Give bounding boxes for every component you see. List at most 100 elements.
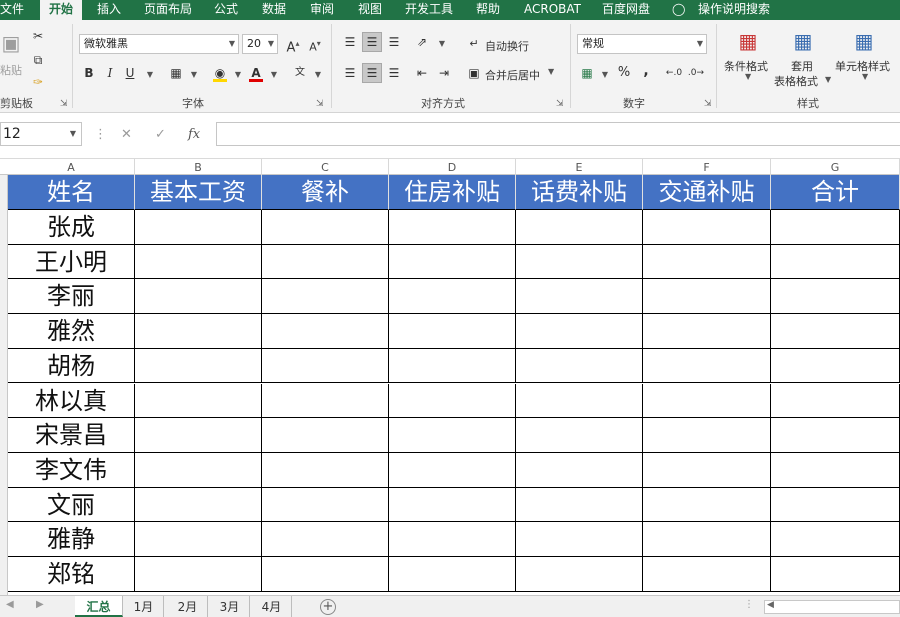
cell-styles-icon[interactable]: ▦ [851,28,877,54]
font-name-dropdown[interactable]: 微软雅黑 ▼ [79,34,239,54]
increase-indent-icon[interactable]: ⇥ [434,63,454,83]
bold-button[interactable]: B [79,63,99,83]
cut-icon[interactable]: ✂ [28,26,48,46]
name-cell[interactable]: 雅静 [8,522,135,557]
data-cell[interactable] [643,557,771,592]
paste-button[interactable]: 粘贴 [0,62,22,78]
data-cell[interactable] [135,314,262,349]
header-cell[interactable]: 餐补 [262,175,389,210]
data-cell[interactable] [516,487,643,523]
header-cell[interactable]: 交通补贴 [643,175,771,210]
name-cell[interactable]: 李文伟 [8,452,135,488]
prev-sheet-icon[interactable]: ◀ [6,599,14,610]
tab-baidu-netdisk[interactable]: 百度网盘 [602,0,650,20]
header-cell[interactable]: 住房补贴 [389,175,516,210]
data-cell[interactable] [389,452,516,488]
data-cell[interactable] [135,348,262,384]
data-cell[interactable] [262,487,389,523]
tab-page-layout[interactable]: 页面布局 [144,0,192,20]
data-cell[interactable] [643,279,771,315]
decrease-font-icon[interactable]: A▾ [305,34,325,54]
data-cell[interactable] [389,487,516,523]
underline-dropdown-icon[interactable]: ▼ [140,63,160,83]
data-cell[interactable] [516,244,643,280]
font-color-icon[interactable]: A [246,63,266,83]
data-cell[interactable] [771,244,900,280]
name-cell[interactable]: 王小明 [8,244,135,280]
add-sheet-button[interactable]: + [320,599,336,615]
phonetic-dropdown-icon[interactable]: ▼ [308,63,328,83]
data-cell[interactable] [262,314,389,349]
data-cell[interactable] [516,348,643,384]
data-cell[interactable] [516,522,643,557]
column-header-g[interactable]: G [771,159,900,175]
data-cell[interactable] [516,279,643,315]
data-cell[interactable] [389,557,516,592]
tab-data[interactable]: 数据 [262,0,286,20]
data-cell[interactable] [771,279,900,315]
decrease-indent-icon[interactable]: ⇤ [412,63,432,83]
data-cell[interactable] [389,210,516,245]
number-format-dropdown[interactable]: 常规 ▼ [577,34,707,54]
align-center-icon[interactable]: ☰ [362,63,382,83]
column-header-e[interactable]: E [516,159,643,175]
name-cell[interactable]: 郑铭 [8,557,135,592]
data-cell[interactable] [771,314,900,349]
data-cell[interactable] [135,210,262,245]
tab-file[interactable]: 文件 [0,0,24,20]
tab-developer[interactable]: 开发工具 [405,0,453,20]
align-bottom-icon[interactable]: ☰ [384,32,404,52]
data-cell[interactable] [643,418,771,453]
enter-icon[interactable]: ✓ [155,127,166,142]
name-cell[interactable]: 文丽 [8,487,135,523]
header-cell[interactable]: 话费补贴 [516,175,643,210]
data-cell[interactable] [135,557,262,592]
column-header-b[interactable]: B [135,159,262,175]
number-launcher-icon[interactable]: ⇲ [704,99,712,109]
name-cell[interactable]: 李丽 [8,279,135,315]
name-box[interactable]: 12 ▼ [0,122,82,146]
data-cell[interactable] [771,348,900,384]
data-cell[interactable] [516,452,643,488]
data-cell[interactable] [135,279,262,315]
data-cell[interactable] [771,487,900,523]
format-as-table-icon[interactable]: ▦ [790,28,816,54]
data-cell[interactable] [262,279,389,315]
tab-formulas[interactable]: 公式 [214,0,238,20]
sheet-tab[interactable]: 1月 [124,596,164,617]
data-cell[interactable] [262,210,389,245]
align-middle-icon[interactable]: ☰ [362,32,382,52]
data-cell[interactable] [389,314,516,349]
data-cell[interactable] [135,244,262,280]
data-cell[interactable] [643,452,771,488]
name-cell[interactable]: 胡杨 [8,348,135,384]
data-cell[interactable] [771,522,900,557]
tab-split-handle-icon[interactable]: ⋮ [744,599,754,610]
font-launcher-icon[interactable]: ⇲ [316,99,324,109]
percent-style-button[interactable]: % [614,63,634,83]
column-header-d[interactable]: D [389,159,516,175]
data-cell[interactable] [135,452,262,488]
tab-view[interactable]: 视图 [358,0,382,20]
column-header-c[interactable]: C [262,159,389,175]
tab-acrobat[interactable]: ACROBAT [524,0,581,20]
data-cell[interactable] [643,348,771,384]
increase-decimal-icon[interactable]: ←.0 [664,63,684,83]
clipboard-launcher-icon[interactable]: ⇲ [60,99,68,109]
column-header-a[interactable]: A [8,159,135,175]
data-cell[interactable] [262,348,389,384]
data-cell[interactable] [643,314,771,349]
name-cell[interactable]: 宋景昌 [8,418,135,453]
column-header-f[interactable]: F [643,159,771,175]
data-cell[interactable] [262,383,389,419]
sheet-tab[interactable]: 3月 [210,596,250,617]
name-cell[interactable]: 林以真 [8,383,135,419]
font-color-dropdown-icon[interactable]: ▼ [264,63,284,83]
data-cell[interactable] [516,210,643,245]
align-right-icon[interactable]: ☰ [384,63,404,83]
name-cell[interactable]: 张成 [8,210,135,245]
data-cell[interactable] [262,522,389,557]
data-cell[interactable] [135,383,262,419]
merge-dropdown-icon[interactable]: ▼ [548,67,554,76]
header-cell[interactable]: 姓名 [8,175,135,210]
